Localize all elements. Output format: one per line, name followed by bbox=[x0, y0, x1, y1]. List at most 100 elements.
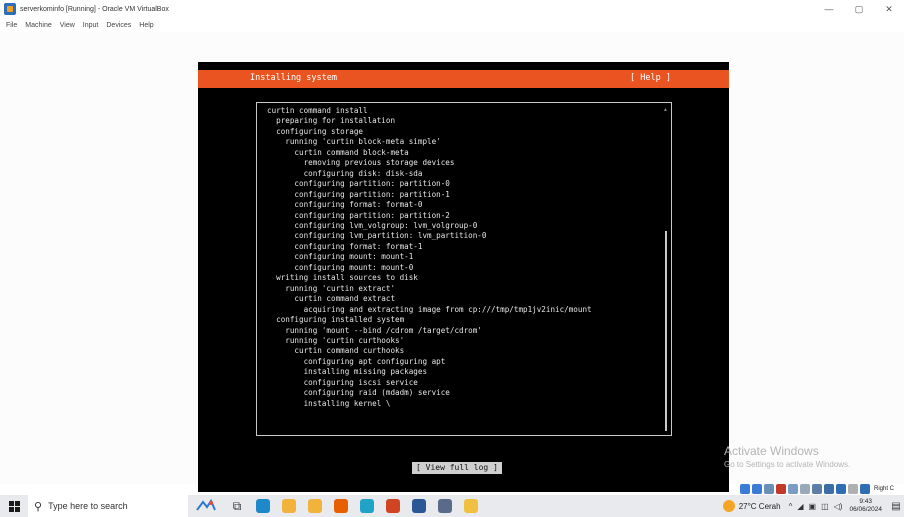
log-line: removing previous storage devices bbox=[267, 158, 455, 168]
taskbar: ⚲ Type here to search ⧉ 27°C Cerah ^ ◢ ▣… bbox=[0, 495, 904, 517]
installer-title: Installing system bbox=[250, 73, 337, 83]
log-line: curtin command curthooks bbox=[267, 346, 405, 356]
ubuntu-vm-icon bbox=[256, 499, 270, 513]
minimize-button[interactable]: — bbox=[814, 0, 844, 18]
tray-chevron-icon[interactable]: ^ bbox=[789, 502, 793, 511]
window-title: serverkominfo [Running] - Oracle VM Virt… bbox=[20, 5, 169, 13]
vbox-status-icon[interactable] bbox=[752, 484, 762, 494]
help-button[interactable]: [ Help ] bbox=[626, 71, 675, 85]
window-titlebar: serverkominfo [Running] - Oracle VM Virt… bbox=[0, 0, 904, 18]
log-line: configuring partition: partition-2 bbox=[267, 210, 450, 220]
powerpoint-icon bbox=[386, 499, 400, 513]
log-line: configuring lvm_partition: lvm_partition… bbox=[267, 231, 487, 241]
vm-display[interactable]: Installing system [ Help ] curtin comman… bbox=[0, 32, 904, 494]
log-line: configuring installed system bbox=[267, 315, 405, 325]
start-button[interactable] bbox=[0, 495, 28, 517]
taskbar-search[interactable]: ⚲ Type here to search bbox=[28, 495, 188, 517]
vbox-status-icon[interactable] bbox=[848, 484, 858, 494]
log-line: configuring apt configuring apt bbox=[267, 356, 446, 366]
search-placeholder: Type here to search bbox=[48, 501, 128, 511]
log-line: configuring partition: partition-1 bbox=[267, 189, 450, 199]
word-icon bbox=[412, 499, 426, 513]
search-icon: ⚲ bbox=[34, 500, 43, 513]
log-line: configuring mount: mount-1 bbox=[267, 252, 414, 262]
virtualbox-taskbar-button[interactable] bbox=[432, 495, 458, 517]
log-line: configuring mount: mount-0 bbox=[267, 262, 414, 272]
edge-taskbar-button[interactable] bbox=[354, 495, 380, 517]
vbox-status-icon[interactable] bbox=[764, 484, 774, 494]
log-line: configuring raid (mdadm) service bbox=[267, 388, 450, 398]
installer-header: Installing system [ Help ] bbox=[198, 70, 729, 88]
clock-date: 06/06/2024 bbox=[849, 506, 882, 513]
log-line: writing install sources to disk bbox=[267, 273, 418, 283]
store-icon bbox=[308, 499, 322, 513]
vbox-status-bar: Right C bbox=[740, 482, 894, 496]
file-explorer-icon bbox=[282, 499, 296, 513]
cortana-icon[interactable] bbox=[188, 495, 224, 517]
task-view-taskbar-button[interactable]: ⧉ bbox=[224, 495, 250, 517]
vbox-status-icon[interactable] bbox=[824, 484, 834, 494]
log-line: installing kernel \ bbox=[267, 398, 391, 408]
menu-file[interactable]: File bbox=[6, 22, 17, 29]
paint-taskbar-button[interactable] bbox=[458, 495, 484, 517]
log-line: curtin command extract bbox=[267, 294, 396, 304]
paint-icon bbox=[464, 499, 478, 513]
log-line: running 'curtin extract' bbox=[267, 283, 396, 293]
firefox-icon bbox=[334, 499, 348, 513]
log-line: configuring disk: disk-sda bbox=[267, 168, 423, 178]
menu-input[interactable]: Input bbox=[83, 22, 99, 29]
battery-icon[interactable]: ▣ bbox=[809, 502, 817, 511]
volume-icon[interactable]: ◁) bbox=[834, 502, 843, 511]
log-line: curtin command block-meta bbox=[267, 147, 409, 157]
menu-machine[interactable]: Machine bbox=[25, 22, 51, 29]
vbox-status-icon[interactable] bbox=[776, 484, 786, 494]
vbox-status-icon[interactable] bbox=[800, 484, 810, 494]
close-button[interactable]: ✕ bbox=[874, 0, 904, 18]
activate-windows-watermark: Activate Windows Go to Settings to activ… bbox=[724, 444, 850, 469]
store-taskbar-button[interactable] bbox=[302, 495, 328, 517]
vbox-status-icon[interactable] bbox=[788, 484, 798, 494]
log-line: configuring format: format-1 bbox=[267, 241, 423, 251]
vbox-status-icon[interactable] bbox=[812, 484, 822, 494]
word-taskbar-button[interactable] bbox=[406, 495, 432, 517]
log-scrollbar[interactable] bbox=[665, 231, 667, 431]
log-line: running 'mount --bind /cdrom /target/cdr… bbox=[267, 325, 482, 335]
vbox-status-icon[interactable] bbox=[860, 484, 870, 494]
menu-view[interactable]: View bbox=[60, 22, 75, 29]
ubuntu-vm-taskbar-button[interactable] bbox=[250, 495, 276, 517]
virtualbox-app-icon bbox=[4, 3, 16, 15]
log-line: configuring partition: partition-0 bbox=[267, 179, 450, 189]
weather-icon[interactable] bbox=[722, 500, 735, 512]
log-line: configuring lvm_volgroup: lvm_volgroup-0 bbox=[267, 220, 478, 230]
window-controls: — ▢ ✕ bbox=[814, 0, 904, 18]
notification-icon[interactable]: ▤ bbox=[888, 495, 904, 517]
file-explorer-taskbar-button[interactable] bbox=[276, 495, 302, 517]
log-line: running 'curtin block-meta simple' bbox=[267, 137, 441, 147]
menu-help[interactable]: Help bbox=[139, 22, 153, 29]
maximize-button[interactable]: ▢ bbox=[844, 0, 874, 18]
install-log-panel[interactable]: curtin command install preparing for ins… bbox=[256, 102, 672, 436]
display-icon[interactable]: ◫ bbox=[821, 502, 829, 511]
powerpoint-taskbar-button[interactable] bbox=[380, 495, 406, 517]
install-log-lines: curtin command install preparing for ins… bbox=[267, 106, 592, 409]
view-full-log-button[interactable]: [ View full log ] bbox=[412, 462, 502, 474]
taskbar-clock[interactable]: 9:43 06/06/2024 bbox=[849, 498, 882, 514]
vbox-status-icon[interactable] bbox=[740, 484, 750, 494]
network-icon[interactable]: ◢ bbox=[797, 502, 803, 511]
menu-devices[interactable]: Devices bbox=[106, 22, 131, 29]
clock-time: 9:43 bbox=[859, 498, 873, 505]
vbox-status-icon[interactable] bbox=[836, 484, 846, 494]
windows-logo-icon bbox=[8, 500, 20, 512]
menu-bar: File Machine View Input Devices Help bbox=[0, 18, 904, 32]
firefox-taskbar-button[interactable] bbox=[328, 495, 354, 517]
scroll-up-icon[interactable]: ▲ bbox=[663, 107, 668, 113]
log-line: configuring iscsi service bbox=[267, 377, 418, 387]
activate-title: Activate Windows bbox=[724, 444, 819, 458]
virtualbox-icon bbox=[438, 499, 452, 513]
log-line: running 'curtin curthooks' bbox=[267, 335, 405, 345]
weather-text[interactable]: 27°C Cerah bbox=[739, 502, 781, 511]
system-tray: 27°C Cerah ^ ◢ ▣ ◫ ◁) 9:43 06/06/2024 ▤ bbox=[722, 495, 904, 517]
log-line: configuring storage bbox=[267, 126, 364, 136]
log-line: installing missing packages bbox=[267, 367, 428, 377]
taskbar-apps: ⧉ bbox=[224, 495, 484, 517]
